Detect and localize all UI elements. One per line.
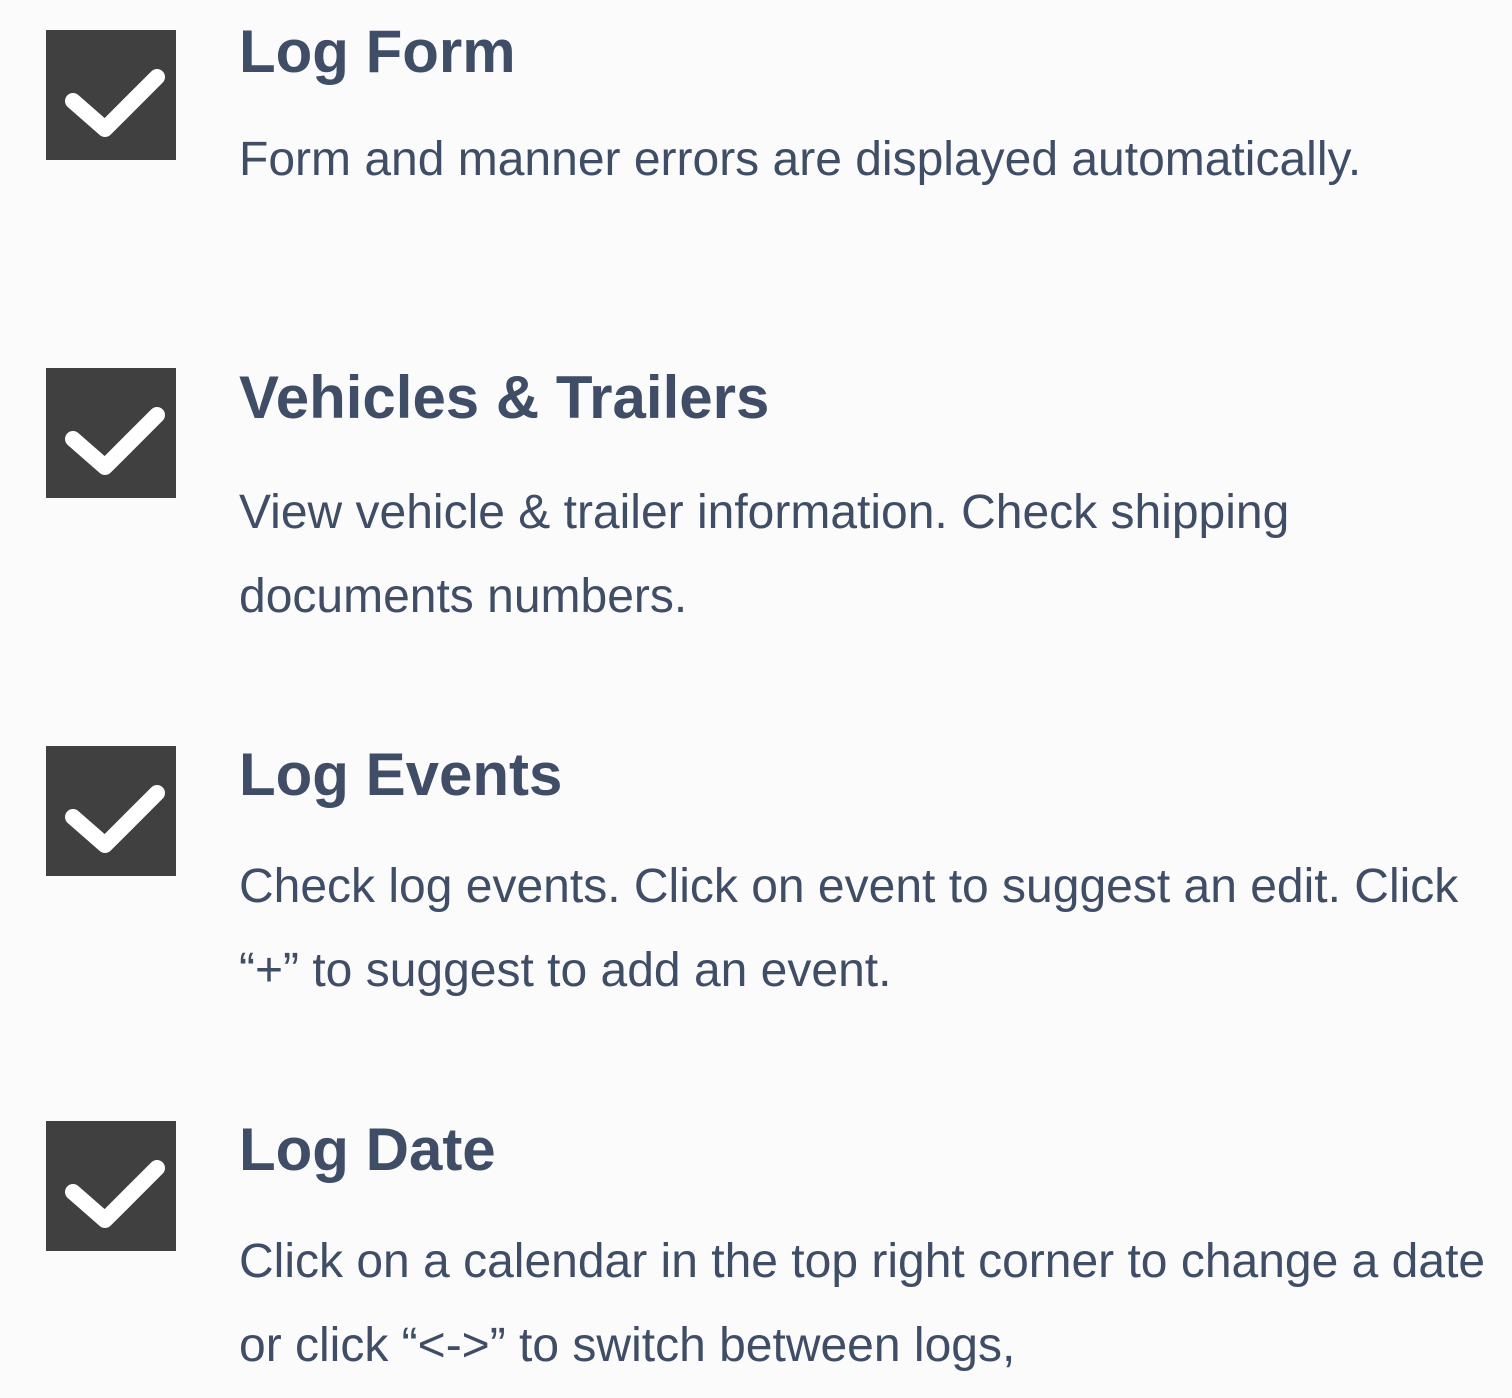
feature-title: Log Form [239, 18, 516, 85]
checkbox-checked-icon [46, 1121, 176, 1251]
checkbox-checked-icon [46, 368, 176, 498]
feature-description: Form and manner errors are displayed aut… [239, 133, 1362, 186]
feature-title: Vehicles & Trailers [239, 364, 770, 431]
feature-description: View vehicle & trailer information. Chec… [239, 486, 1290, 623]
checkbox-checked-icon [46, 30, 176, 160]
feature-description: Click on a calendar in the top right cor… [239, 1235, 1486, 1372]
checkbox-checked-icon [46, 746, 176, 876]
feature-title: Log Date [239, 1116, 496, 1183]
feature-title: Log Events [239, 741, 563, 808]
feature-description: Check log events. Click on event to sugg… [239, 860, 1459, 997]
